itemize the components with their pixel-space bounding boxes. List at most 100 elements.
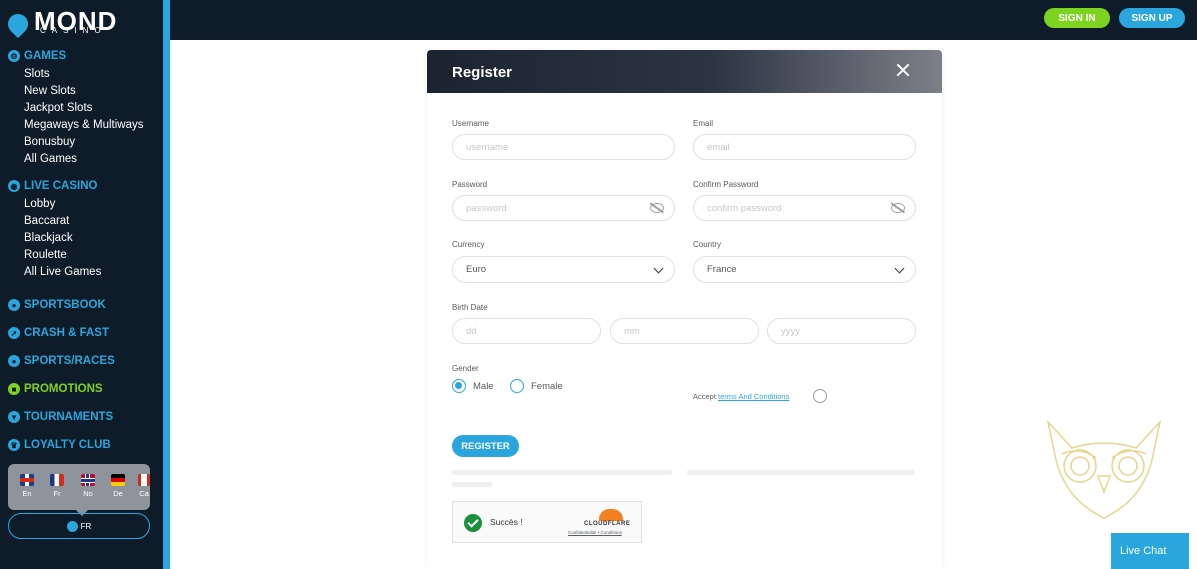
- birth-day-input[interactable]: dd: [452, 318, 601, 344]
- language-button[interactable]: FR: [8, 513, 150, 539]
- username-label: Username: [452, 119, 489, 128]
- globe-icon: [66, 520, 78, 532]
- terms-link[interactable]: terms And Conditions: [718, 392, 789, 401]
- gender-label: Gender: [452, 364, 479, 373]
- language-option-ca[interactable]: Ca: [138, 474, 150, 498]
- nav-item-roulette[interactable]: Roulette: [0, 247, 163, 264]
- currency-select[interactable]: Euro: [452, 256, 675, 283]
- logo-drop-icon: [3, 9, 33, 39]
- section-sportsbook[interactable]: ● SPORTSBOOK: [0, 291, 163, 319]
- language-code: Ca: [139, 489, 149, 498]
- nav-item-all-games[interactable]: All Games: [0, 151, 163, 168]
- crash-icon: ➚: [8, 327, 20, 339]
- eye-slash-icon[interactable]: [650, 203, 664, 213]
- live-chat-button[interactable]: Live Chat: [1111, 533, 1189, 569]
- modal-header: Register: [427, 50, 942, 93]
- currency-label: Currency: [452, 240, 485, 249]
- captcha-links[interactable]: Confidentialité • Conditions: [568, 530, 622, 535]
- accept-terms-text: Accept terms And Conditions: [693, 392, 789, 401]
- nav-item-bonusbuy[interactable]: Bonusbuy: [0, 134, 163, 151]
- disclaimer-text: [452, 482, 492, 487]
- close-icon[interactable]: [895, 62, 911, 78]
- country-value: France: [707, 264, 737, 275]
- top-bar: SIGN IN SIGN UP: [170, 0, 1197, 40]
- section-label: PROMOTIONS: [24, 383, 103, 395]
- section-label: LOYALTY CLUB: [24, 439, 111, 451]
- nav-item-lobby[interactable]: Lobby: [0, 196, 163, 213]
- section-games[interactable]: ⚙ GAMES: [0, 46, 163, 66]
- language-option-en[interactable]: En: [17, 474, 37, 498]
- nav-item-blackjack[interactable]: Blackjack: [0, 230, 163, 247]
- sportsbook-icon: ●: [8, 299, 20, 311]
- email-input[interactable]: email: [693, 134, 916, 160]
- country-label: Country: [693, 240, 722, 249]
- birth-date-label: Birth Date: [452, 303, 488, 312]
- section-promotions[interactable]: ■ PROMOTIONS: [0, 375, 163, 403]
- currency-value: Euro: [466, 264, 487, 275]
- cloudflare-logo-icon: [599, 509, 623, 521]
- games-icon: ⚙: [8, 50, 20, 62]
- section-label: SPORTS/RACES: [24, 355, 115, 367]
- language-code: De: [113, 489, 123, 498]
- language-popup: En Fr No De Ca: [8, 464, 150, 516]
- section-loyalty-club[interactable]: ♛ LOYALTY CLUB: [0, 431, 163, 459]
- section-label: SPORTSBOOK: [24, 299, 106, 311]
- trophy-icon: ▼: [8, 411, 20, 423]
- sidebar: MOND CASINO ⚙ GAMES Slots New Slots Jackp…: [0, 0, 170, 569]
- gift-icon: ■: [8, 383, 20, 395]
- accept-terms-checkbox[interactable]: [813, 389, 827, 403]
- gender-male-radio[interactable]: [452, 379, 466, 393]
- chevron-down-icon: [894, 263, 905, 274]
- username-input[interactable]: username: [452, 134, 675, 160]
- password-label: Password: [452, 180, 488, 189]
- birth-year-input[interactable]: yyyy: [767, 318, 916, 344]
- check-icon: [464, 514, 482, 532]
- nav-item-megaways[interactable]: Megaways & Multiways: [0, 117, 163, 134]
- current-language: FR: [80, 521, 92, 531]
- nav-item-baccarat[interactable]: Baccarat: [0, 213, 163, 230]
- crown-icon: ♛: [8, 439, 20, 451]
- live-casino-icon: ◉: [8, 180, 20, 192]
- confirm-password-input[interactable]: confirm password: [693, 195, 916, 221]
- birth-month-input[interactable]: mm: [610, 318, 759, 344]
- language-option-no[interactable]: No: [78, 474, 98, 498]
- owl-icon: [1046, 420, 1162, 519]
- nav-item-jackpot-slots[interactable]: Jackpot Slots: [0, 100, 163, 117]
- germany-flag-icon: [111, 474, 125, 486]
- language-option-de[interactable]: De: [108, 474, 128, 498]
- modal-title: Register: [452, 64, 513, 81]
- sign-in-button[interactable]: SIGN IN: [1044, 8, 1110, 28]
- nav-item-all-live-games[interactable]: All Live Games: [0, 264, 163, 281]
- uk-flag-icon: [20, 474, 34, 486]
- nav-item-new-slots[interactable]: New Slots: [0, 83, 163, 100]
- disclaimer-text: [687, 470, 915, 475]
- section-tournaments[interactable]: ▼ TOURNAMENTS: [0, 403, 163, 431]
- gender-female-radio[interactable]: [510, 379, 524, 393]
- captcha-widget[interactable]: Succès ! CLOUDFLARE Confidentialité • Co…: [452, 501, 642, 543]
- sports-races-icon: ●: [8, 355, 20, 367]
- register-button[interactable]: REGISTER: [452, 435, 519, 457]
- section-label: TOURNAMENTS: [24, 411, 114, 423]
- language-option-fr[interactable]: Fr: [47, 474, 67, 498]
- section-sports-races[interactable]: ● SPORTS/RACES: [0, 347, 163, 375]
- gender-male-label: Male: [473, 381, 494, 392]
- disclaimer-text: [452, 470, 672, 475]
- password-input[interactable]: password: [452, 195, 675, 221]
- email-label: Email: [693, 119, 714, 128]
- france-flag-icon: [50, 474, 64, 486]
- section-live-casino[interactable]: ◉ LIVE CASINO: [0, 176, 163, 196]
- eye-slash-icon[interactable]: [891, 203, 905, 213]
- sign-up-button[interactable]: SIGN UP: [1119, 8, 1185, 28]
- section-label: GAMES: [24, 50, 67, 62]
- country-select[interactable]: France: [693, 256, 916, 283]
- chevron-down-icon: [653, 263, 664, 274]
- canada-flag-icon: [138, 474, 150, 486]
- accept-prefix: Accept: [693, 392, 716, 401]
- language-code: No: [83, 489, 93, 498]
- section-crash-fast[interactable]: ➚ CRASH & FAST: [0, 319, 163, 347]
- nav-item-slots[interactable]: Slots: [0, 66, 163, 83]
- section-label: CRASH & FAST: [24, 327, 109, 339]
- confirm-password-placeholder: confirm password: [707, 202, 782, 214]
- sidebar-scrollbar[interactable]: [163, 0, 170, 569]
- logo-subtitle: CASINO: [40, 26, 107, 35]
